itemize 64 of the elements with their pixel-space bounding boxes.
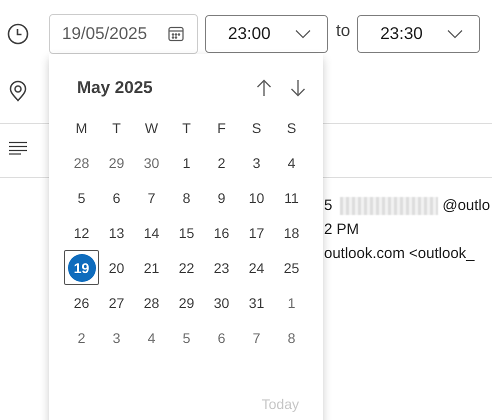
calendar-day[interactable]: 8 [274, 320, 309, 355]
calendar-day[interactable]: 5 [169, 320, 204, 355]
message-text: 5 [324, 196, 332, 216]
calendar-day[interactable]: 17 [239, 215, 274, 250]
calendar-day[interactable]: 6 [204, 320, 239, 355]
email-text: @outlo [442, 196, 490, 216]
message-text: outlook.com <outlook_ [324, 244, 476, 264]
start-time-dropdown[interactable]: 23:00 [205, 15, 328, 53]
calendar-day[interactable]: 3 [99, 320, 134, 355]
calendar-day[interactable]: 30 [204, 285, 239, 320]
calendar-day[interactable]: 8 [169, 180, 204, 215]
calendar-day[interactable]: 15 [169, 215, 204, 250]
calendar-day[interactable]: 27 [99, 285, 134, 320]
calendar-day[interactable]: 20 [99, 250, 134, 285]
calendar-day[interactable]: 19 [64, 250, 99, 285]
calendar-day[interactable]: 4 [274, 145, 309, 180]
time-separator: to [336, 21, 350, 41]
calendar-day[interactable]: 2 [204, 145, 239, 180]
calendar-day[interactable]: 7 [134, 180, 169, 215]
calendar-day[interactable]: 11 [274, 180, 309, 215]
calendar-day[interactable]: 3 [239, 145, 274, 180]
calendar-day[interactable]: 31 [239, 285, 274, 320]
date-field[interactable]: 19/05/2025 [49, 14, 198, 54]
calendar-day[interactable]: 29 [99, 145, 134, 180]
calendar-day[interactable]: 13 [99, 215, 134, 250]
calendar-day[interactable]: 5 [64, 180, 99, 215]
calendar-day[interactable]: 6 [99, 180, 134, 215]
weekday-label: W [144, 118, 160, 138]
calendar-day[interactable]: 18 [274, 215, 309, 250]
calendar-day[interactable]: 12 [64, 215, 99, 250]
calendar-day[interactable]: 2 [64, 320, 99, 355]
weekday-label: T [181, 118, 192, 138]
calendar-day[interactable]: 7 [239, 320, 274, 355]
message-text: 2 PM [324, 220, 360, 240]
chevron-down-icon [295, 29, 311, 39]
chevron-down-icon [447, 29, 464, 39]
weekday-label: T [111, 118, 122, 138]
calendar-day[interactable]: 16 [204, 215, 239, 250]
text-lines-icon [8, 141, 28, 155]
calendar-day[interactable]: 24 [239, 250, 274, 285]
clock-icon [6, 23, 28, 45]
calendar-day[interactable]: 1 [274, 285, 309, 320]
weekday-label: F [216, 118, 227, 138]
end-time-dropdown[interactable]: 23:30 [357, 15, 480, 53]
calendar-day[interactable]: 21 [134, 250, 169, 285]
calendar-day[interactable]: 14 [134, 215, 169, 250]
calendar-day[interactable]: 22 [169, 250, 204, 285]
weekday-label: M [74, 118, 88, 138]
calendar-day[interactable]: 4 [134, 320, 169, 355]
calendar-day[interactable]: 1 [169, 145, 204, 180]
calendar-day[interactable]: 30 [134, 145, 169, 180]
calendar-day[interactable]: 26 [64, 285, 99, 320]
calendar-day[interactable]: 28 [64, 145, 99, 180]
calendar-day[interactable]: 23 [204, 250, 239, 285]
calendar-day[interactable]: 29 [169, 285, 204, 320]
calendar-icon [167, 25, 185, 43]
calendar-day[interactable]: 25 [274, 250, 309, 285]
calendar-day[interactable]: 9 [204, 180, 239, 215]
calendar-day[interactable]: 10 [239, 180, 274, 215]
month-title: May 2025 [77, 78, 153, 98]
calendar-day[interactable]: 28 [134, 285, 169, 320]
weekday-label: S [286, 118, 298, 138]
location-pin-icon [8, 80, 26, 102]
weekday-label: S [250, 118, 262, 138]
